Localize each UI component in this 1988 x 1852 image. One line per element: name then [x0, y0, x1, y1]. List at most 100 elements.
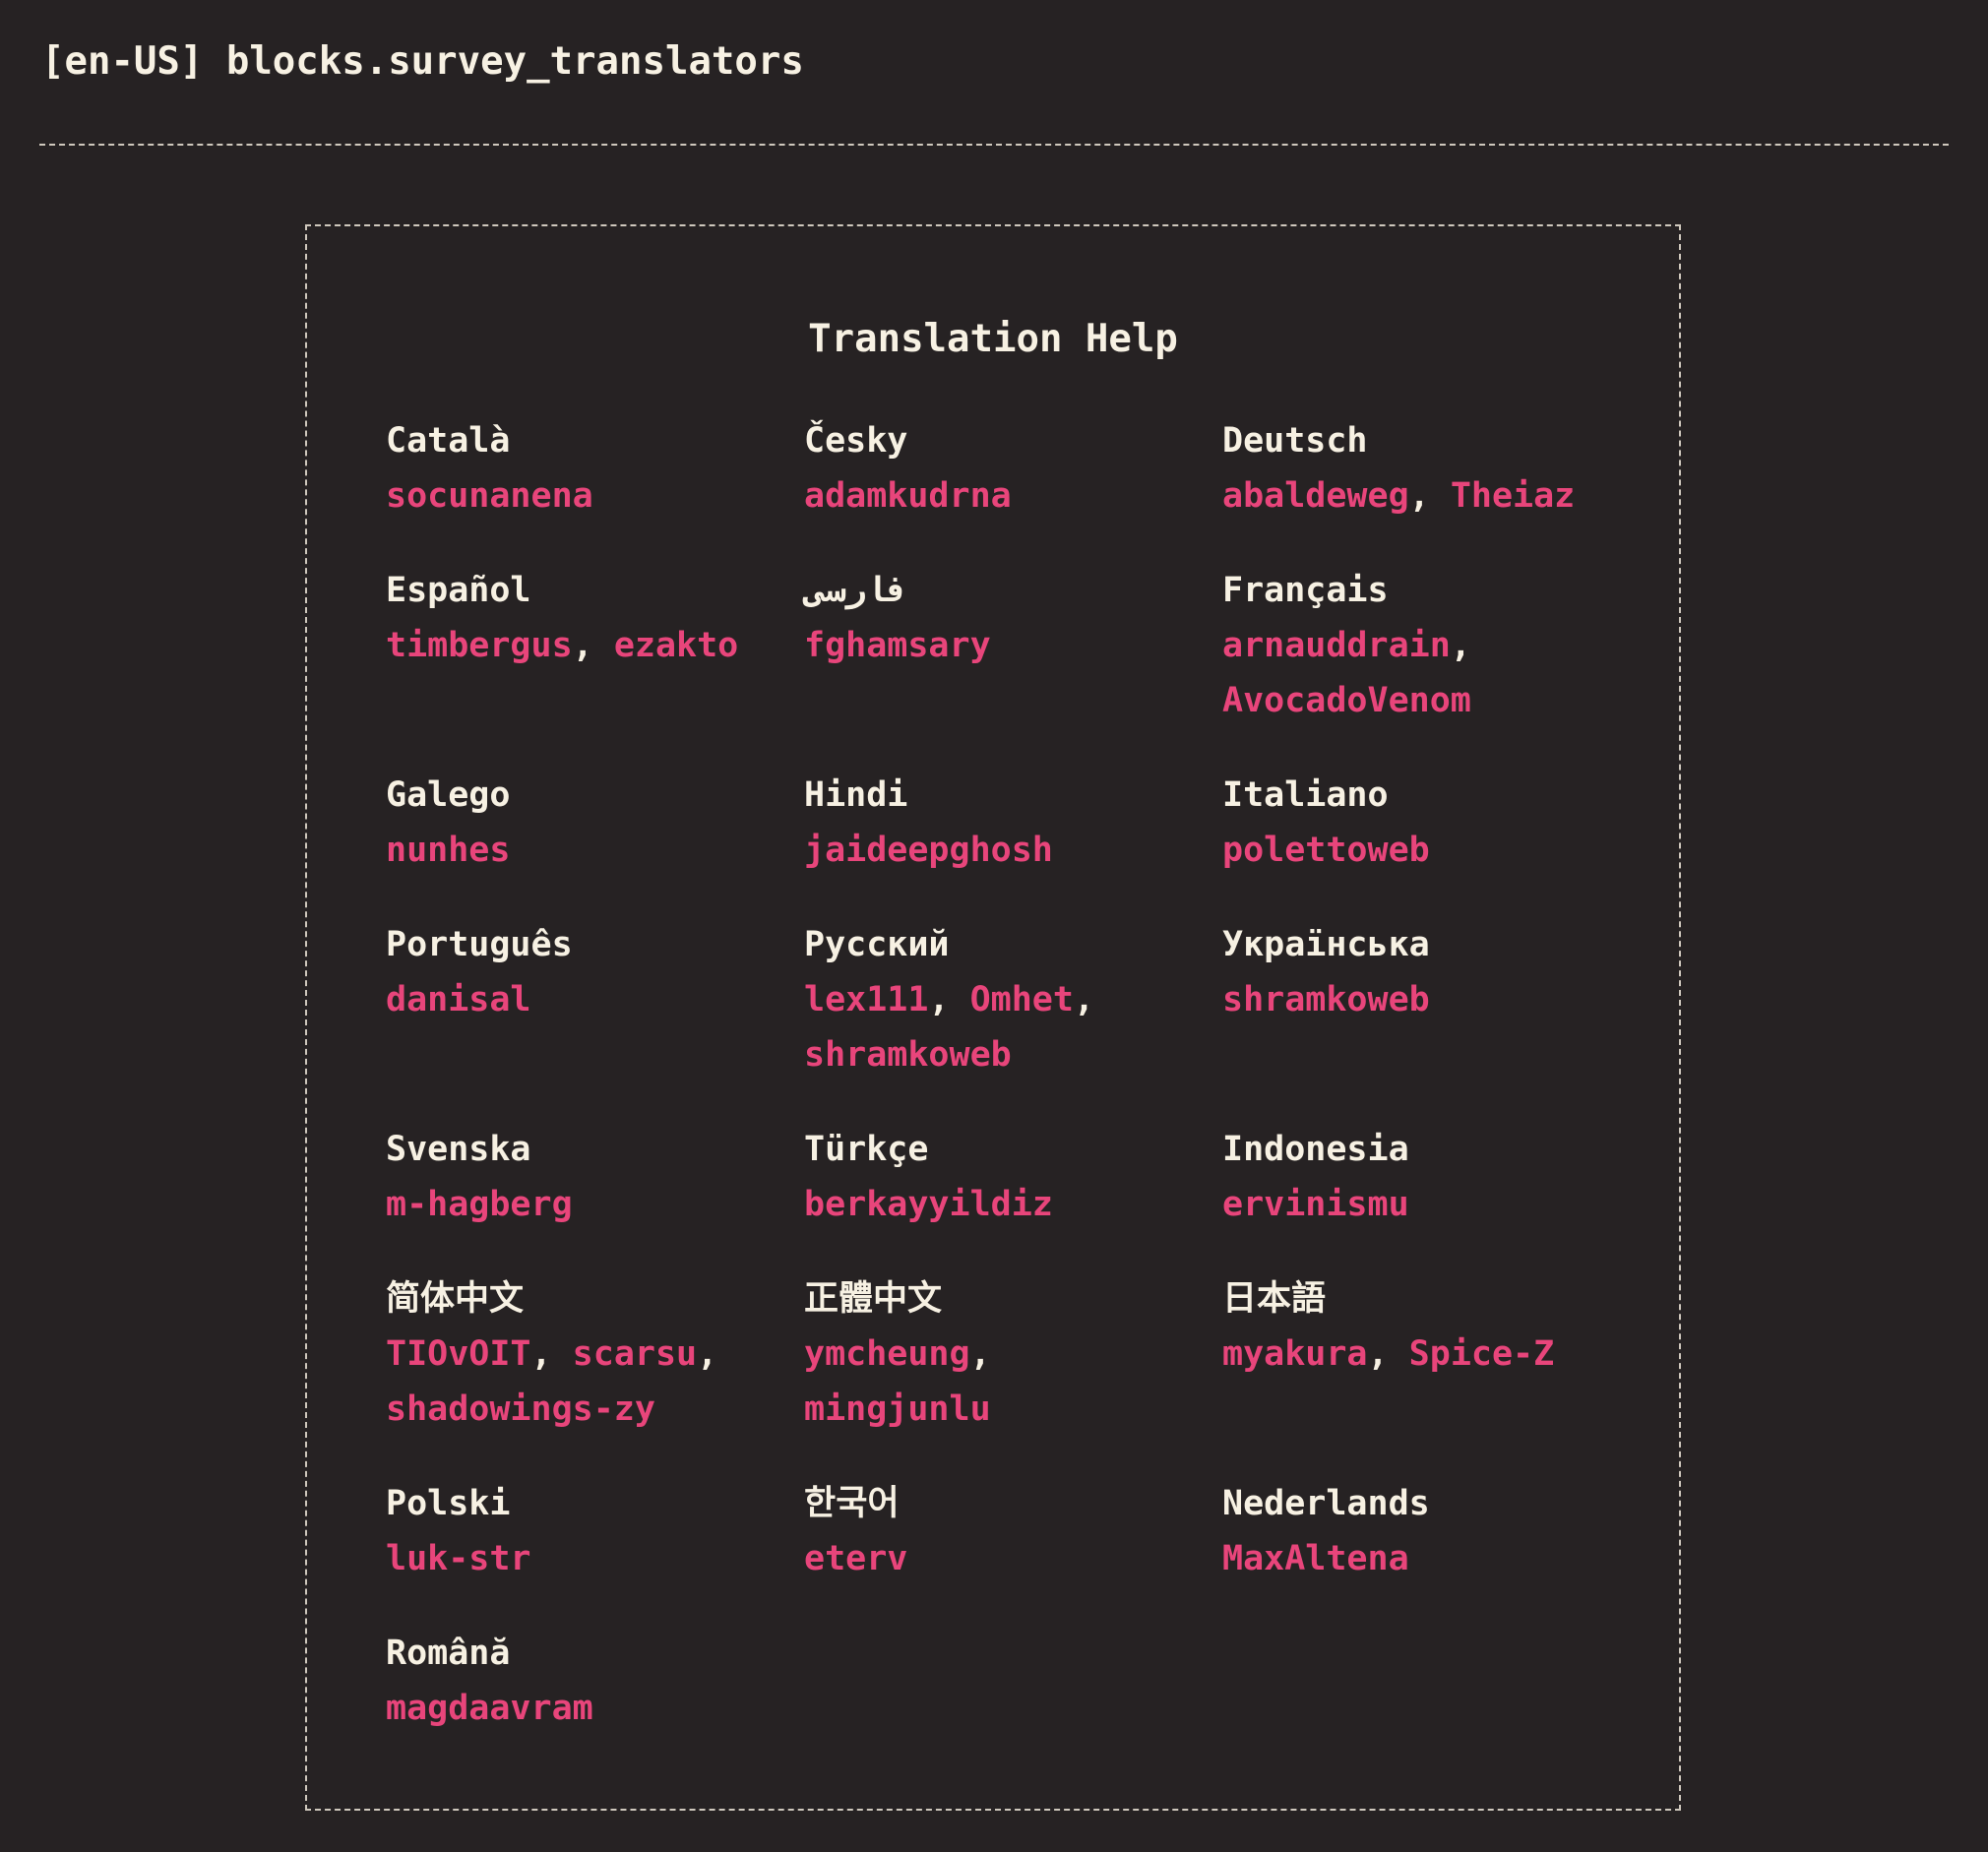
translator-link[interactable]: shadowings-zy — [386, 1389, 655, 1429]
language-entry: Česky adamkudrna — [804, 413, 1222, 524]
separator: , — [969, 1334, 991, 1374]
translator-link[interactable]: nunhes — [386, 831, 510, 870]
translator-link[interactable]: Theiaz — [1451, 476, 1575, 516]
translator-link[interactable]: shramkoweb — [804, 1035, 1012, 1075]
separator: , — [928, 980, 970, 1019]
translator-link[interactable]: MaxAltena — [1222, 1539, 1409, 1578]
translator-link[interactable]: ezakto — [614, 626, 738, 665]
language-name: Nederlands — [1222, 1484, 1430, 1523]
translator-list: ervinismu — [1222, 1177, 1577, 1232]
language-grid: Català socunanena Česky adamkudrna Deutsch ab… — [386, 413, 1646, 1736]
language-entry: Català socunanena — [386, 413, 804, 524]
language-entry: 日本語 myakura, Spice-Z — [1222, 1271, 1641, 1437]
page-title: [en-US] blocks.survey_translators — [41, 39, 804, 84]
separator: , — [1450, 626, 1471, 665]
language-name: Русский — [804, 925, 950, 964]
language-entry: Türkçe berkayyildiz — [804, 1122, 1222, 1232]
translator-list: jaideepghosh — [804, 823, 1158, 878]
language-name: Italiano — [1222, 775, 1389, 815]
translator-list: TIOvOIT, scarsu, shadowings-zy — [386, 1327, 740, 1437]
language-entry: Indonesia ervinismu — [1222, 1122, 1641, 1232]
language-name: Українська — [1222, 925, 1430, 964]
language-entry: 正體中文 ymcheung, mingjunlu — [804, 1271, 1222, 1437]
translator-link[interactable]: polettoweb — [1222, 831, 1430, 870]
language-name: Polski — [386, 1484, 511, 1523]
translator-link[interactable]: eterv — [804, 1539, 907, 1578]
language-entry: Deutsch abaldeweg, Theiaz — [1222, 413, 1641, 524]
translator-link[interactable]: abaldeweg — [1222, 476, 1409, 516]
language-name: 한국어 — [804, 1484, 900, 1523]
language-name: Français — [1222, 571, 1389, 610]
translator-list: adamkudrna — [804, 468, 1158, 524]
translator-list: abaldeweg, Theiaz — [1222, 468, 1577, 524]
language-entry: فارسی fghamsary — [804, 563, 1222, 728]
card-title: Translation Help — [808, 317, 1178, 361]
language-name: Română — [386, 1634, 511, 1673]
language-entry: Nederlands MaxAltena — [1222, 1476, 1641, 1586]
translator-link[interactable]: luk-str — [386, 1539, 531, 1578]
language-name: فارسی — [804, 571, 908, 610]
translator-link[interactable]: scarsu — [573, 1334, 697, 1374]
translator-link[interactable]: TIOvOIT — [386, 1334, 531, 1374]
translator-link[interactable]: danisal — [386, 980, 531, 1019]
translator-link[interactable]: AvocadoVenom — [1222, 681, 1471, 720]
translator-link[interactable]: adamkudrna — [804, 476, 1012, 516]
translator-list: fghamsary — [804, 618, 1158, 673]
translator-link[interactable]: arnauddrain — [1222, 626, 1451, 665]
header-divider — [39, 144, 1949, 146]
language-name: Galego — [386, 775, 511, 815]
translator-link[interactable]: mingjunlu — [804, 1389, 991, 1429]
translator-list: eterv — [804, 1531, 1158, 1586]
translator-list: luk-str — [386, 1531, 740, 1586]
separator: , — [530, 1334, 573, 1374]
translator-list: berkayyildiz — [804, 1177, 1158, 1232]
language-entry: Português danisal — [386, 917, 804, 1082]
language-entry: Svenska m-hagberg — [386, 1122, 804, 1232]
language-entry: Español timbergus, ezakto — [386, 563, 804, 728]
translator-list: danisal — [386, 972, 740, 1027]
separator: , — [697, 1334, 718, 1374]
translator-link[interactable]: ervinismu — [1222, 1185, 1409, 1224]
translator-link[interactable]: Spice-Z — [1409, 1334, 1555, 1374]
language-entry: Polski luk-str — [386, 1476, 804, 1586]
translator-list: myakura, Spice-Z — [1222, 1327, 1577, 1382]
translator-link[interactable]: socunanena — [386, 476, 593, 516]
translator-link[interactable]: m-hagberg — [386, 1185, 573, 1224]
translator-link[interactable]: myakura — [1222, 1334, 1368, 1374]
language-entry: Українська shramkoweb — [1222, 917, 1641, 1082]
translator-list: lex111, Omhet, shramkoweb — [804, 972, 1158, 1082]
translator-link[interactable]: shramkoweb — [1222, 980, 1430, 1019]
language-name: Português — [386, 925, 573, 964]
language-name: Español — [386, 571, 531, 610]
translator-list: arnauddrain, AvocadoVenom — [1222, 618, 1577, 728]
translator-list: magdaavram — [386, 1681, 740, 1736]
translator-link[interactable]: fghamsary — [804, 626, 991, 665]
language-name: Català — [386, 421, 511, 461]
translator-link[interactable]: lex111 — [804, 980, 928, 1019]
language-entry: Hindi jaideepghosh — [804, 768, 1222, 878]
translator-link[interactable]: berkayyildiz — [804, 1185, 1053, 1224]
language-name: Türkçe — [804, 1130, 929, 1169]
separator: , — [1408, 476, 1451, 516]
translator-list: ymcheung, mingjunlu — [804, 1327, 1158, 1437]
language-name: 正體中文 — [804, 1279, 943, 1319]
language-name: Deutsch — [1222, 421, 1368, 461]
translator-link[interactable]: Omhet — [970, 980, 1074, 1019]
language-name: Hindi — [804, 775, 908, 815]
translator-link[interactable]: ymcheung — [804, 1334, 970, 1374]
translator-list: m-hagberg — [386, 1177, 740, 1232]
translator-list: polettoweb — [1222, 823, 1577, 878]
translator-list: MaxAltena — [1222, 1531, 1577, 1586]
separator: , — [1073, 980, 1095, 1019]
translator-list: timbergus, ezakto — [386, 618, 740, 673]
translator-link[interactable]: jaideepghosh — [804, 831, 1053, 870]
translator-link[interactable]: magdaavram — [386, 1689, 593, 1728]
translation-help-card: Translation Help Català socunanena Česky ad… — [305, 224, 1681, 1811]
separator: , — [1367, 1334, 1409, 1374]
language-entry: Română magdaavram — [386, 1626, 804, 1736]
translator-link[interactable]: timbergus — [386, 626, 573, 665]
language-entry: Français arnauddrain, AvocadoVenom — [1222, 563, 1641, 728]
translator-list: socunanena — [386, 468, 740, 524]
language-entry: Italiano polettoweb — [1222, 768, 1641, 878]
language-name: Česky — [804, 421, 908, 461]
